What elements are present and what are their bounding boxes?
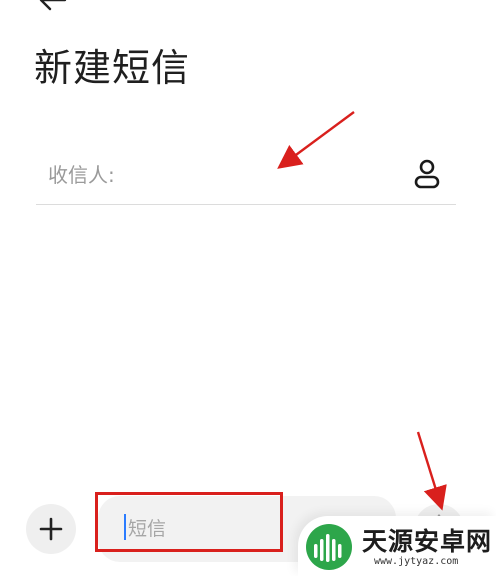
recipient-input[interactable] [46,156,390,194]
annotation-highlight-box [95,492,283,552]
android-logo-icon [304,522,354,572]
watermark-badge: 天源安卓网 www.jytyaz.com [298,516,496,576]
plus-icon [39,517,63,541]
back-arrow-icon[interactable] [38,0,68,12]
watermark-url: www.jytyaz.com [374,556,459,567]
add-attachment-button[interactable] [26,504,76,554]
page-title: 新建短信 [34,46,191,90]
annotation-arrow-send [416,431,447,511]
watermark-title: 天源安卓网 [362,527,493,556]
recipient-row [36,150,456,205]
contact-person-icon[interactable] [412,158,442,190]
